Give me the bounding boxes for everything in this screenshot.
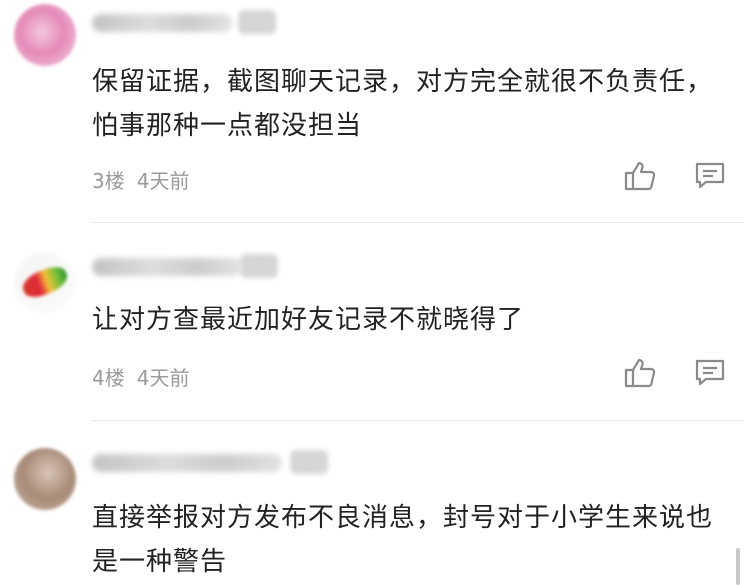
comment-text: 保留证据，截图聊天记录，对方完全就很不负责任，怕事那种一点都没担当: [92, 67, 714, 141]
reply-button[interactable]: [690, 156, 730, 196]
thumbs-up-icon: [624, 161, 656, 191]
comment-meta: 3楼 4天前: [92, 165, 189, 194]
username-blurred[interactable]: [92, 258, 242, 276]
floor-number: 4楼: [92, 366, 125, 390]
floor-number: 3楼: [92, 169, 125, 193]
comment-text: 直接举报对方发布不良消息，封号对于小学生来说也是一种警告: [92, 503, 714, 577]
thumbs-up-icon: [624, 358, 656, 388]
user-badge-blurred: [238, 10, 276, 34]
comment-meta: 4楼 4天前: [92, 362, 189, 391]
scrollbar-thumb[interactable]: [736, 548, 740, 585]
divider: [92, 222, 744, 223]
avatar[interactable]: [14, 4, 76, 66]
comment-text: 让对方查最近加好友记录不就晓得了: [92, 305, 525, 335]
comment-icon: [695, 359, 725, 386]
avatar-parrot-shape: [19, 262, 71, 302]
comment-time: 4天前: [136, 366, 190, 390]
divider: [92, 420, 744, 421]
reply-button[interactable]: [690, 353, 730, 393]
like-button[interactable]: [620, 353, 660, 393]
user-badge-blurred: [240, 254, 278, 278]
username-blurred[interactable]: [92, 454, 282, 472]
avatar[interactable]: [14, 252, 76, 314]
avatar[interactable]: [14, 448, 76, 510]
username-blurred[interactable]: [92, 14, 232, 32]
comment-time: 4天前: [136, 169, 190, 193]
user-badge-blurred: [290, 450, 328, 474]
like-button[interactable]: [620, 156, 660, 196]
comment-icon: [695, 162, 725, 189]
